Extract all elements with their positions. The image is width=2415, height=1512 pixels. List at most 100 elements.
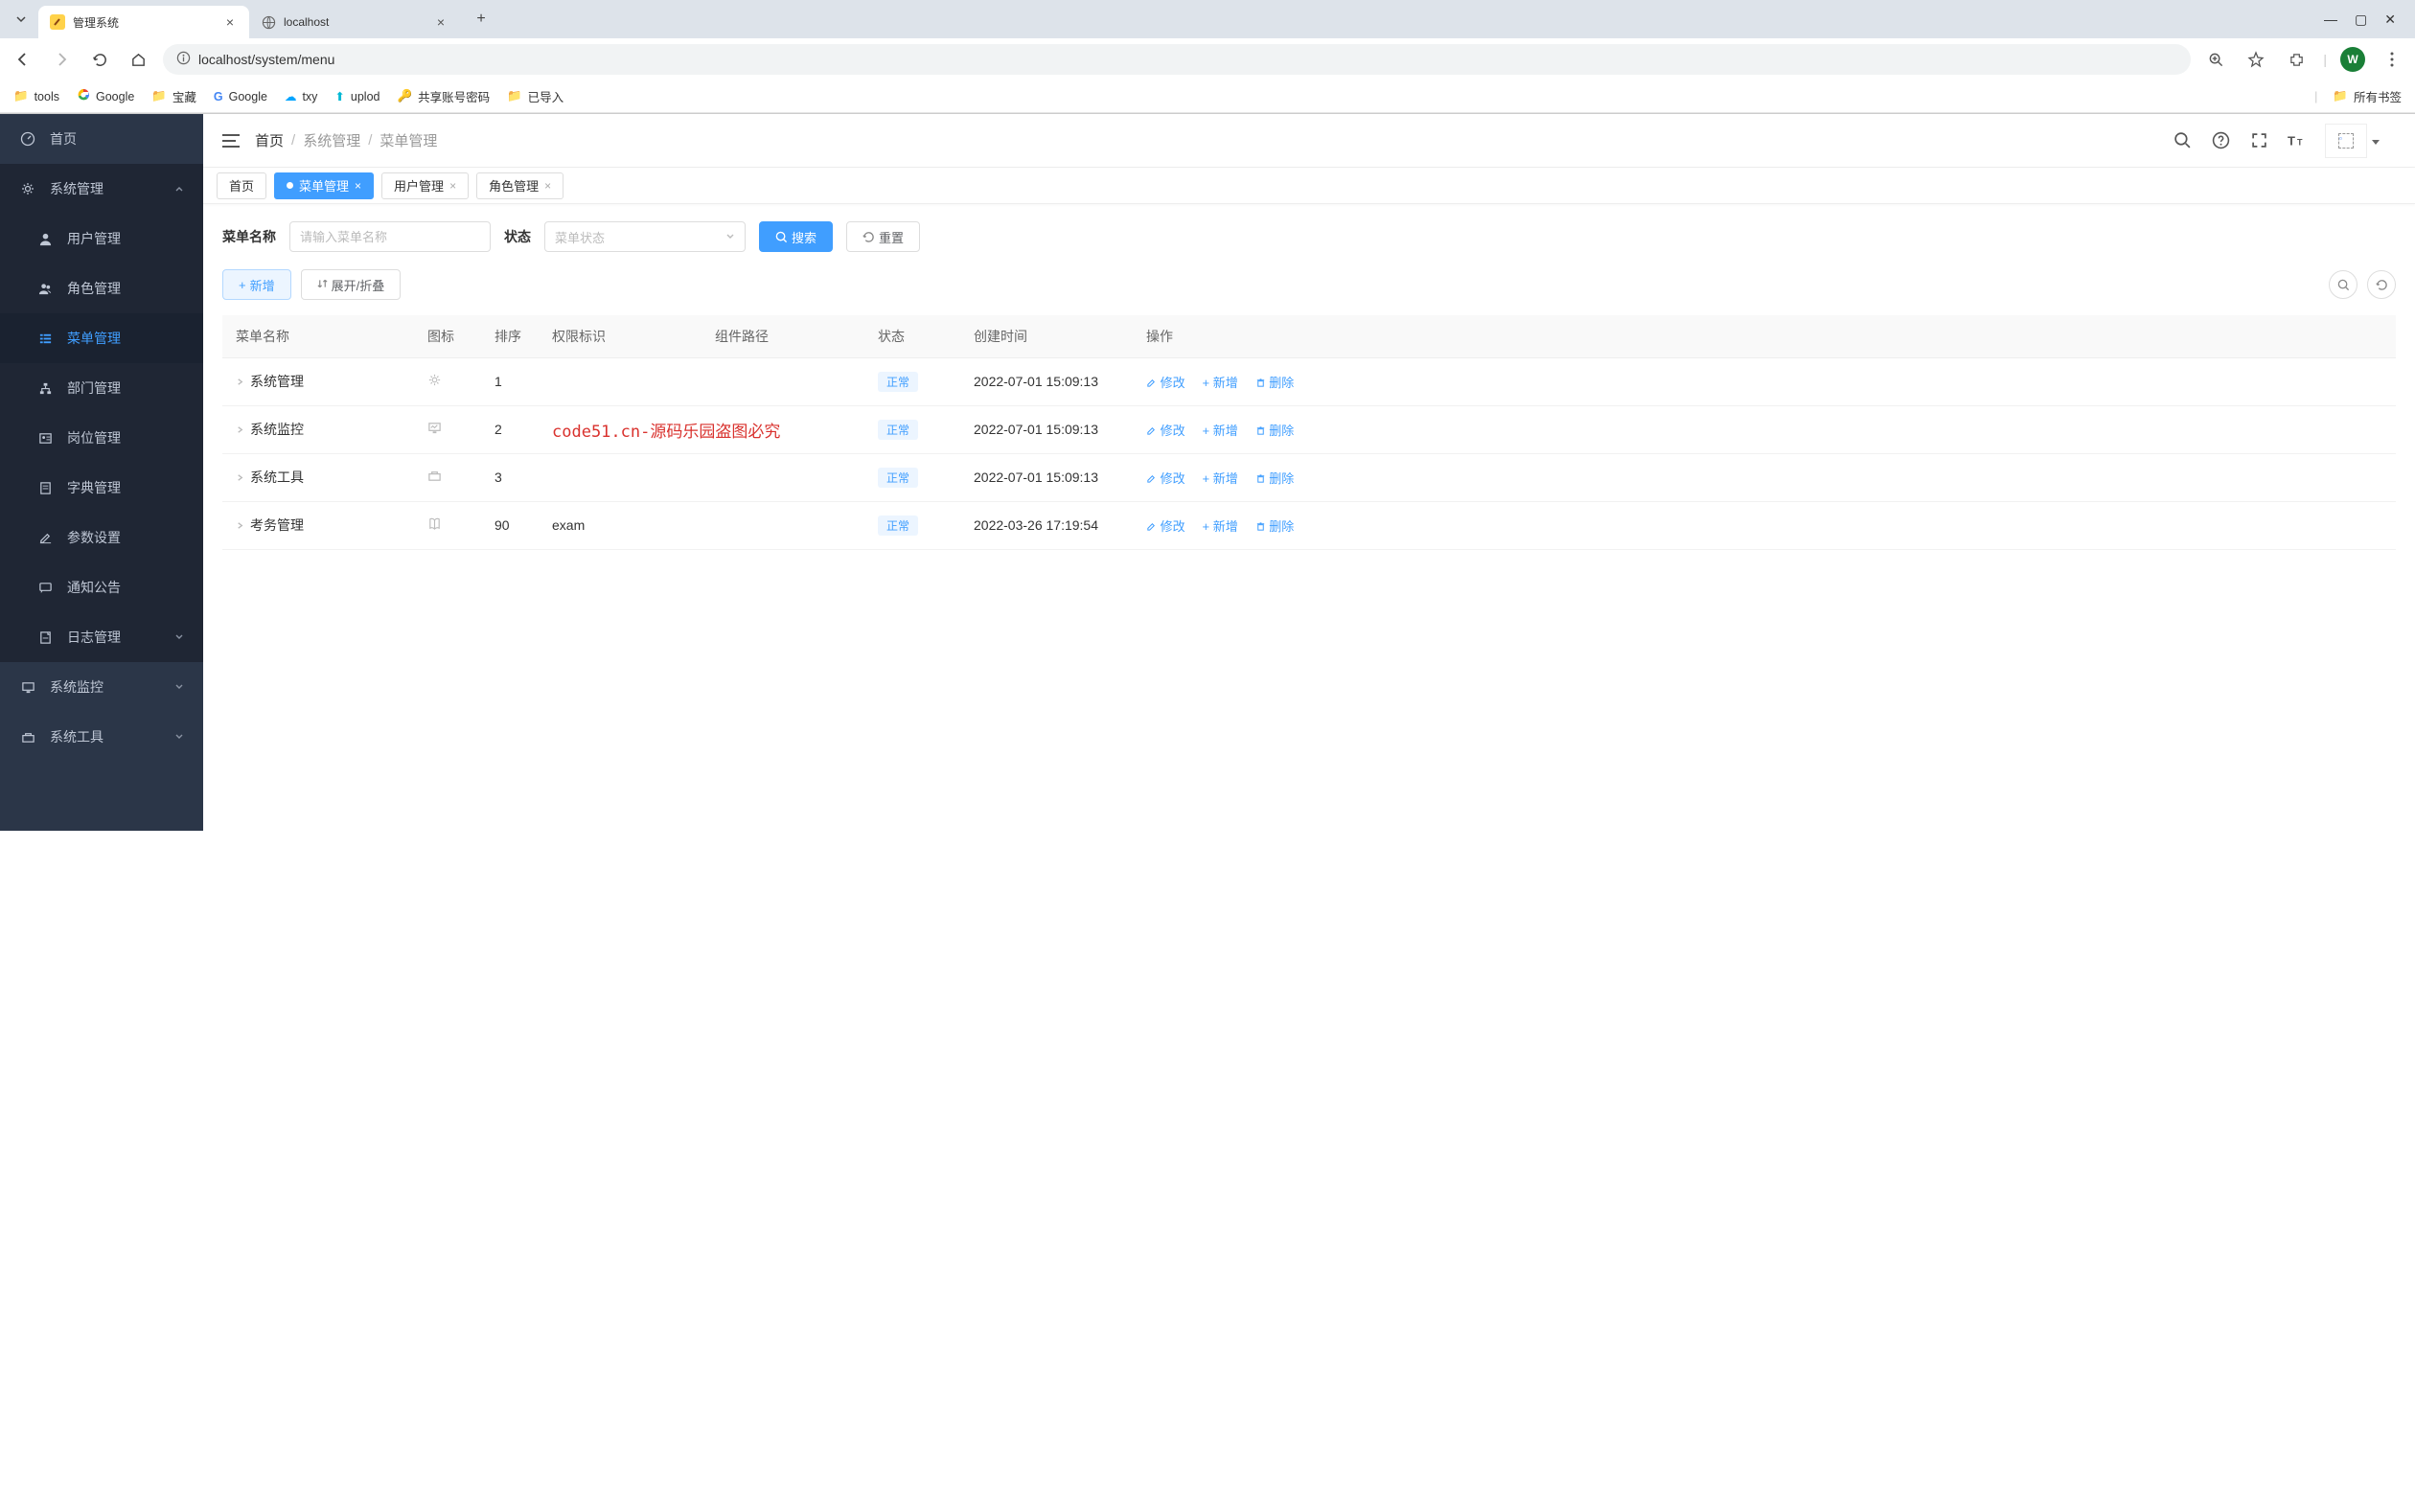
fullscreen-icon[interactable]	[2248, 130, 2269, 151]
browser-tab-0[interactable]: 管理系统 ×	[38, 6, 249, 38]
add-action[interactable]: + 新增	[1203, 424, 1238, 438]
view-tabs: 首页 菜单管理× 用户管理× 角色管理×	[203, 168, 2415, 204]
status-badge: 正常	[878, 420, 918, 440]
sidebar-system-mgmt[interactable]: 系统管理	[0, 164, 203, 214]
sidebar-item-label: 用户管理	[67, 229, 184, 248]
sidebar-system-monitor[interactable]: 系统监控	[0, 662, 203, 712]
breadcrumb-root[interactable]: 首页	[255, 130, 284, 150]
sidebar-item-label: 参数设置	[67, 528, 184, 547]
bookmark-star-icon[interactable]	[2242, 46, 2269, 73]
tab-user-mgmt[interactable]: 用户管理×	[381, 172, 469, 199]
extensions-icon[interactable]	[2283, 46, 2310, 73]
menu-dots-icon[interactable]	[2379, 46, 2405, 73]
row-sort: 2	[481, 405, 539, 453]
expand-row-icon[interactable]	[236, 374, 244, 389]
globe-icon	[261, 14, 276, 30]
gear-icon	[19, 180, 36, 197]
expand-collapse-button[interactable]: 展开/折叠	[301, 269, 402, 300]
bookmark-item[interactable]: 📁宝藏	[151, 87, 196, 105]
user-menu[interactable]: ▫	[2325, 124, 2367, 158]
profile-avatar[interactable]: W	[2340, 47, 2365, 72]
sidebar-system-tools[interactable]: 系统工具	[0, 712, 203, 762]
edit-icon	[36, 529, 54, 546]
edit-action[interactable]: 修改	[1146, 471, 1185, 486]
reset-button[interactable]: 重置	[846, 221, 920, 252]
sidebar-role-mgmt[interactable]: 角色管理	[0, 263, 203, 313]
sidebar-user-mgmt[interactable]: 用户管理	[0, 214, 203, 263]
bookmark-item[interactable]: ⬆uplod	[334, 89, 380, 103]
sidebar-post-mgmt[interactable]: 岗位管理	[0, 413, 203, 463]
google-icon	[77, 88, 90, 104]
bookmark-item[interactable]: 🔑共享账号密码	[398, 87, 491, 105]
sidebar-item-label: 角色管理	[67, 279, 184, 298]
sidebar-dict-mgmt[interactable]: 字典管理	[0, 463, 203, 513]
sidebar-log-mgmt[interactable]: 日志管理	[0, 612, 203, 662]
browser-tab-1[interactable]: localhost ×	[249, 6, 460, 38]
app-header: 首页 / 系统管理 / 菜单管理 TT ▫	[203, 114, 2415, 168]
chevron-down-icon	[725, 230, 735, 244]
toolbox-icon	[19, 728, 36, 745]
expand-row-icon[interactable]	[236, 517, 244, 533]
breadcrumb-item[interactable]: 系统管理	[303, 130, 360, 150]
close-window-button[interactable]: ✕	[2384, 11, 2396, 28]
bookmark-item[interactable]: ☁txy	[285, 89, 317, 103]
search-button[interactable]: 搜索	[759, 221, 833, 252]
sidebar-home[interactable]: 首页	[0, 114, 203, 164]
add-action[interactable]: + 新增	[1203, 376, 1238, 390]
sidebar-param-setting[interactable]: 参数设置	[0, 513, 203, 562]
row-name: 系统工具	[250, 470, 304, 485]
bookmark-item[interactable]: Google	[77, 88, 134, 104]
sidebar-menu-mgmt[interactable]: 菜单管理	[0, 313, 203, 363]
all-bookmarks-button[interactable]: | 📁 所有书签	[2314, 87, 2402, 105]
maximize-button[interactable]: ▢	[2355, 11, 2367, 28]
sidebar-dept-mgmt[interactable]: 部门管理	[0, 363, 203, 413]
new-tab-button[interactable]: +	[468, 6, 494, 33]
delete-action[interactable]: 删除	[1255, 471, 1295, 486]
forward-button[interactable]	[48, 46, 75, 73]
tab-dropdown-button[interactable]	[8, 6, 34, 33]
status-select[interactable]: 菜单状态	[544, 221, 746, 252]
close-icon[interactable]: ×	[355, 179, 361, 193]
chevron-down-icon	[174, 630, 184, 645]
reload-button[interactable]	[86, 46, 113, 73]
menu-name-input[interactable]	[289, 221, 491, 252]
row-sort: 3	[481, 453, 539, 501]
minimize-button[interactable]: —	[2324, 11, 2337, 28]
add-action[interactable]: + 新增	[1203, 471, 1238, 486]
delete-action[interactable]: 删除	[1255, 376, 1295, 390]
toggle-search-button[interactable]	[2329, 270, 2358, 299]
close-icon[interactable]: ×	[433, 14, 448, 30]
url-bar[interactable]: localhost/system/menu	[163, 44, 2191, 75]
home-button[interactable]	[125, 46, 151, 73]
org-tree-icon	[36, 379, 54, 397]
site-info-icon[interactable]	[176, 51, 191, 68]
close-icon[interactable]: ×	[544, 179, 551, 193]
close-icon[interactable]: ×	[222, 14, 238, 30]
close-icon[interactable]: ×	[449, 179, 456, 193]
back-button[interactable]	[10, 46, 36, 73]
font-size-icon[interactable]: TT	[2287, 130, 2308, 151]
tab-role-mgmt[interactable]: 角色管理×	[476, 172, 564, 199]
delete-action[interactable]: 删除	[1255, 519, 1295, 534]
bookmark-item[interactable]: 📁tools	[13, 89, 59, 103]
zoom-icon[interactable]	[2202, 46, 2229, 73]
help-icon[interactable]	[2210, 130, 2231, 151]
collapse-sidebar-button[interactable]	[220, 130, 242, 151]
bookmark-item[interactable]: GGoogle	[214, 90, 267, 103]
add-button[interactable]: + 新增	[222, 269, 291, 300]
expand-row-icon[interactable]	[236, 422, 244, 437]
bookmark-item[interactable]: 📁已导入	[507, 87, 564, 105]
refresh-button[interactable]	[2367, 270, 2396, 299]
edit-action[interactable]: 修改	[1146, 376, 1185, 390]
tab-home[interactable]: 首页	[217, 172, 266, 199]
edit-action[interactable]: 修改	[1146, 424, 1185, 438]
name-label: 菜单名称	[222, 227, 276, 246]
delete-action[interactable]: 删除	[1255, 424, 1295, 438]
edit-action[interactable]: 修改	[1146, 519, 1185, 534]
sidebar-notice[interactable]: 通知公告	[0, 562, 203, 612]
search-icon[interactable]	[2172, 130, 2193, 151]
search-form: 菜单名称 状态 菜单状态 搜索 重置	[222, 221, 2396, 252]
add-action[interactable]: + 新增	[1203, 519, 1238, 534]
expand-row-icon[interactable]	[236, 470, 244, 485]
tab-menu-mgmt[interactable]: 菜单管理×	[274, 172, 374, 199]
